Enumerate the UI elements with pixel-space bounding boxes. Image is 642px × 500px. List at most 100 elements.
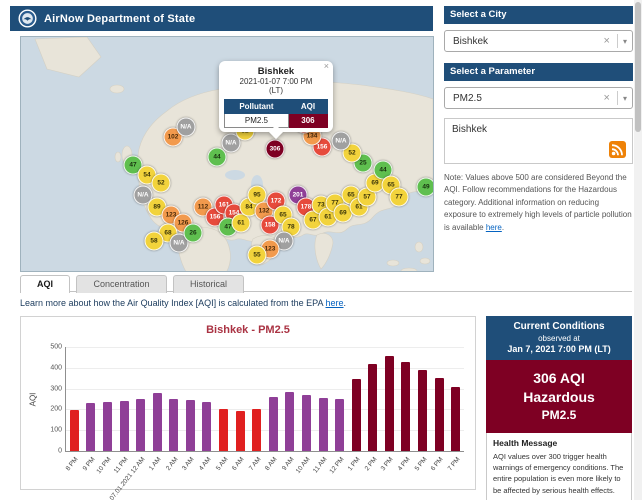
chart-bar[interactable] bbox=[86, 403, 95, 451]
chart-bar[interactable] bbox=[335, 399, 344, 451]
popup-datetime: 2021-01-07 7:00 PM bbox=[224, 77, 328, 86]
city-clear-icon[interactable]: × bbox=[600, 35, 614, 47]
current-conditions-header: Current Conditions observed at Jan 7, 20… bbox=[486, 316, 632, 360]
aqi-marker[interactable]: 49 bbox=[417, 178, 435, 197]
note-here-link[interactable]: here bbox=[486, 223, 502, 232]
popup-pollutant-value: PM2.5 bbox=[225, 114, 289, 128]
y-tick-label: 100 bbox=[34, 427, 62, 434]
current-conditions-panel: Current Conditions observed at Jan 7, 20… bbox=[486, 316, 632, 500]
chart-bar[interactable] bbox=[352, 379, 361, 451]
chart-bar[interactable] bbox=[368, 364, 377, 451]
rss-icon[interactable] bbox=[609, 141, 626, 158]
tab-historical[interactable]: Historical bbox=[173, 275, 244, 293]
aqi-marker[interactable]: 77 bbox=[390, 188, 409, 207]
chart-bar[interactable] bbox=[285, 392, 294, 451]
tab-aqi[interactable]: AQI bbox=[20, 275, 70, 293]
learn-more-line: Learn more about how the Air Quality Ind… bbox=[20, 298, 346, 308]
aqi-marker[interactable]: 58 bbox=[145, 232, 164, 251]
learn-more-text: Learn more about how the Air Quality Ind… bbox=[20, 298, 326, 308]
feed-box: Bishkek bbox=[444, 118, 633, 164]
select-separator bbox=[617, 91, 618, 105]
scrollbar-thumb[interactable] bbox=[635, 2, 641, 132]
aqi-category: Hazardous bbox=[490, 388, 628, 407]
popup-city: Bishkek bbox=[224, 66, 328, 77]
chart-bar[interactable] bbox=[202, 402, 211, 452]
aqi-marker[interactable]: 52 bbox=[152, 174, 171, 193]
app-title: AirNow Department of State bbox=[44, 13, 195, 25]
chart-bar[interactable] bbox=[385, 356, 394, 451]
chart-bar[interactable] bbox=[451, 387, 460, 451]
health-message-box: Health Message AQI values over 300 trigg… bbox=[486, 433, 632, 500]
feed-city-label: Bishkek bbox=[452, 124, 487, 135]
learn-more-here-link[interactable]: here bbox=[326, 298, 344, 308]
chart-bar[interactable] bbox=[418, 370, 427, 451]
plot-area: 01002003004005008 PM9 PM10 PM11 PM07.01.… bbox=[65, 347, 464, 452]
observed-at-time: Jan 7, 2021 7:00 PM (LT) bbox=[490, 344, 628, 354]
app-header: AirNow Department of State bbox=[10, 6, 433, 31]
aqi-marker[interactable]: 26 bbox=[184, 224, 203, 243]
popup-timezone: (LT) bbox=[224, 86, 328, 95]
note-text: Note: Values above 500 are considered Be… bbox=[444, 173, 632, 232]
aqi-marker[interactable]: 44 bbox=[208, 148, 227, 167]
city-dropdown-caret-icon[interactable]: ▾ bbox=[621, 37, 627, 46]
beyond-aqi-note: Note: Values above 500 are considered Be… bbox=[444, 172, 633, 234]
select-city-header: Select a City bbox=[444, 6, 633, 24]
parameter-select-value: PM2.5 bbox=[453, 93, 482, 104]
popup-col-aqi: AQI bbox=[288, 100, 327, 114]
health-message-text: AQI values over 300 trigger health warni… bbox=[493, 451, 625, 496]
chart-bar[interactable] bbox=[252, 409, 261, 451]
note-suffix: . bbox=[502, 223, 504, 232]
parameter-select[interactable]: PM2.5 × ▾ bbox=[444, 87, 633, 109]
chart-bar[interactable] bbox=[302, 395, 311, 451]
parameter-clear-icon[interactable]: × bbox=[600, 92, 614, 104]
dos-seal-icon bbox=[18, 9, 37, 28]
city-select[interactable]: Bishkek × ▾ bbox=[444, 30, 633, 52]
chart-bar[interactable] bbox=[169, 399, 178, 451]
y-tick-label: 400 bbox=[34, 364, 62, 371]
select-parameter-header: Select a Parameter bbox=[444, 63, 633, 81]
chart-bar[interactable] bbox=[319, 398, 328, 451]
chart-bar[interactable] bbox=[103, 402, 112, 452]
aqi-value: 306 AQI bbox=[490, 369, 628, 388]
parameter-dropdown-caret-icon[interactable]: ▾ bbox=[621, 94, 627, 103]
y-tick-label: 300 bbox=[34, 385, 62, 392]
chart-bar[interactable] bbox=[186, 400, 195, 451]
popup-col-pollutant: Pollutant bbox=[225, 100, 289, 114]
y-tick-label: 200 bbox=[34, 406, 62, 413]
select-separator bbox=[617, 34, 618, 48]
health-message-title: Health Message bbox=[493, 438, 625, 448]
current-conditions-title: Current Conditions bbox=[490, 321, 628, 332]
aqi-marker[interactable]: N/A bbox=[177, 118, 196, 137]
aqi-pollutant: PM2.5 bbox=[490, 407, 628, 423]
tab-concentration[interactable]: Concentration bbox=[76, 275, 166, 293]
chart-panel: Bishkek - PM2.5 AQI 01002003004005008 PM… bbox=[20, 316, 476, 490]
view-tabs: AQI Concentration Historical bbox=[20, 274, 632, 292]
aqi-status-box: 306 AQI Hazardous PM2.5 bbox=[486, 360, 632, 433]
gridline bbox=[66, 347, 464, 348]
popup-aqi-value: 306 bbox=[288, 114, 327, 128]
chart-bar[interactable] bbox=[401, 362, 410, 451]
scrollbar[interactable] bbox=[634, 0, 642, 500]
observed-at-label: observed at bbox=[490, 334, 628, 343]
map[interactable]: 475452N/A891231266858N/A26102N/A44N/A521… bbox=[20, 36, 434, 272]
chart-bar[interactable] bbox=[219, 409, 228, 451]
chart-bar[interactable] bbox=[269, 397, 278, 451]
chart-bar[interactable] bbox=[153, 393, 162, 451]
aqi-marker[interactable]: 306 bbox=[266, 140, 285, 159]
chart-bar[interactable] bbox=[236, 411, 245, 451]
y-tick-label: 500 bbox=[34, 344, 62, 351]
chart-bar[interactable] bbox=[120, 401, 129, 451]
chart-title: Bishkek - PM2.5 bbox=[21, 324, 475, 336]
learn-more-suffix: . bbox=[344, 298, 347, 308]
map-popup: × Bishkek 2021-01-07 7:00 PM (LT) Pollut… bbox=[219, 61, 333, 132]
popup-close-icon[interactable]: × bbox=[324, 62, 329, 71]
chart-bar[interactable] bbox=[70, 410, 79, 451]
page: AirNow Department of State bbox=[0, 0, 642, 500]
aqi-marker[interactable]: N/A bbox=[332, 132, 351, 151]
y-tick-label: 0 bbox=[34, 448, 62, 455]
popup-aqi-table: Pollutant AQI PM2.5 306 bbox=[224, 99, 328, 128]
city-select-value: Bishkek bbox=[453, 36, 488, 47]
chart-bar[interactable] bbox=[435, 378, 444, 451]
aqi-marker[interactable]: 55 bbox=[248, 246, 267, 265]
chart-bar[interactable] bbox=[136, 399, 145, 451]
